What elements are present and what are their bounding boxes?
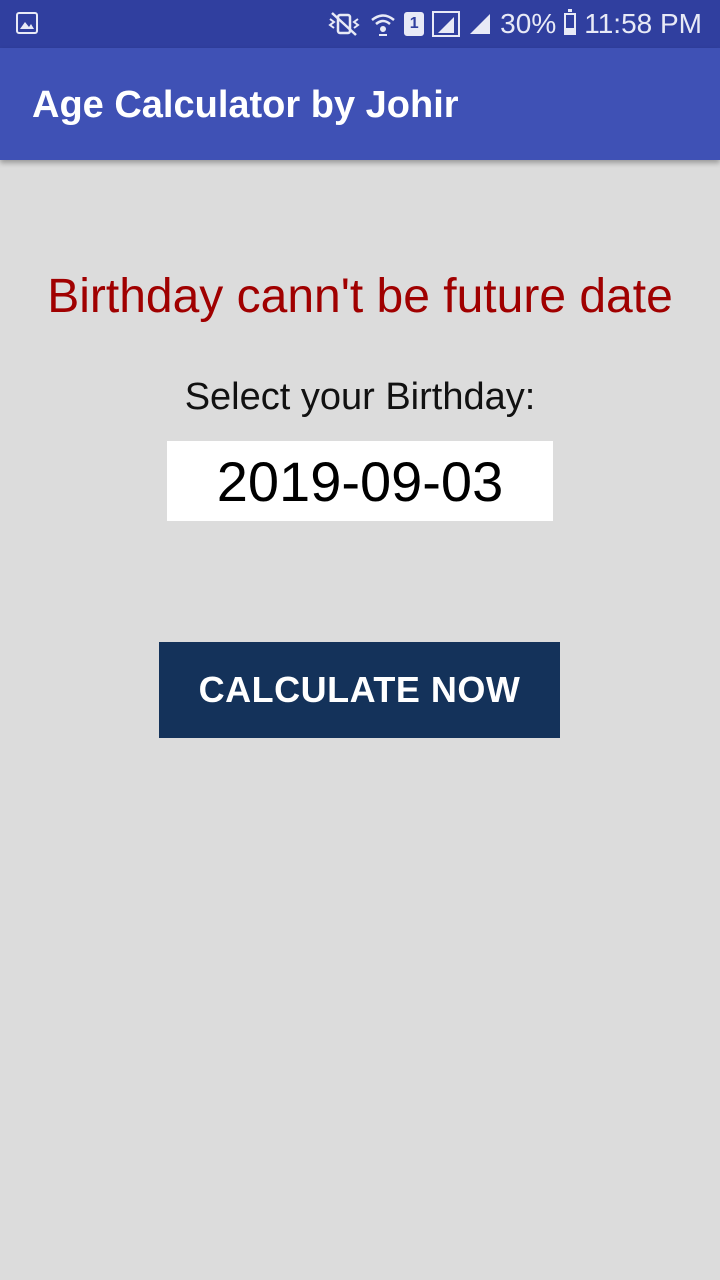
- birthday-label: Select your Birthday:: [184, 376, 536, 418]
- status-bar: 1 30% 11:58 PM: [0, 0, 720, 48]
- battery-icon: [564, 9, 577, 35]
- signal-icon: [432, 11, 461, 37]
- signal-icon: [468, 12, 492, 36]
- clock: 11:58 PM: [584, 8, 702, 39]
- sim-icon: 1: [404, 12, 425, 36]
- error-message: Birthday cann't be future date: [47, 270, 673, 323]
- status-icons: 1 30% 11:58 PM: [326, 0, 702, 48]
- calculate-button[interactable]: CALCULATE NOW: [159, 642, 560, 738]
- wifi-icon: [370, 11, 396, 37]
- battery-percent: 30%: [500, 8, 557, 39]
- mute-vibrate-icon: [326, 11, 362, 37]
- main-content: Birthday cann't be future date Select yo…: [0, 160, 720, 1280]
- app-title: Age Calculator by Johir: [32, 84, 459, 126]
- app-bar: Age Calculator by Johir: [0, 48, 720, 160]
- birthday-field[interactable]: [167, 441, 553, 521]
- image-icon: [16, 12, 38, 34]
